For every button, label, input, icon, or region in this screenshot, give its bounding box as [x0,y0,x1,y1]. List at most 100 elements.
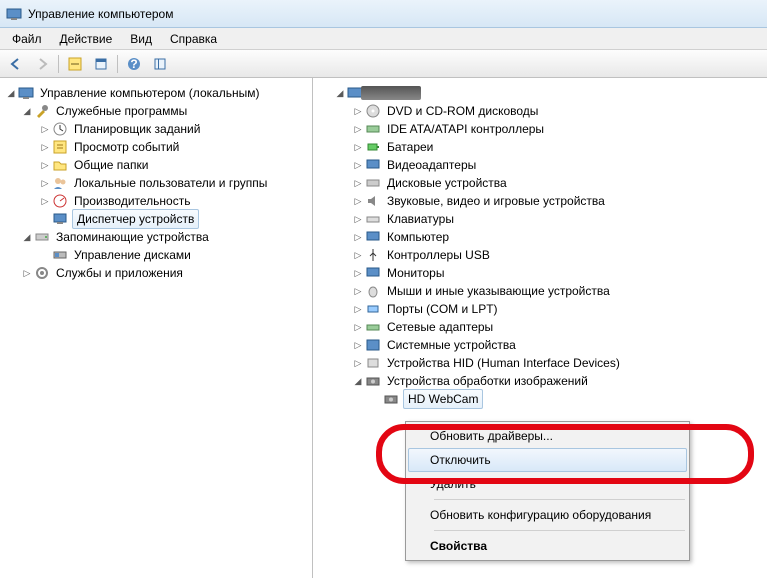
expand-icon[interactable]: ▷ [351,176,365,190]
usb-icon [365,247,381,263]
tree-dvd[interactable]: ▷DVD и CD-ROM дисководы [315,102,765,120]
expand-icon[interactable]: ▷ [351,158,365,172]
ctx-disable[interactable]: Отключить [408,448,687,472]
tree-label: Порты (COM и LPT) [385,300,500,318]
port-icon [365,301,381,317]
expand-icon[interactable]: ▷ [351,122,365,136]
tree-monitor[interactable]: ▷Мониторы [315,264,765,282]
tree-mouse[interactable]: ▷ Мыши и иные указывающие устройства [315,282,765,300]
back-button[interactable] [4,53,28,75]
expand-icon[interactable]: ▷ [38,158,52,172]
tree-label: Общие папки [72,156,150,174]
ctx-separator [434,499,685,500]
app-icon [6,6,22,22]
menu-help[interactable]: Справка [162,30,225,48]
tree-usb[interactable]: ▷Контроллеры USB [315,246,765,264]
expand-icon[interactable]: ▷ [351,212,365,226]
collapse-icon[interactable]: ◢ [4,86,18,100]
ctx-update-drivers[interactable]: Обновить драйверы... [408,424,687,448]
collapse-icon[interactable]: ◢ [20,230,34,244]
disk-mgmt-icon [52,247,68,263]
tree-task-scheduler[interactable]: ▷ Планировщик заданий [2,120,310,138]
tree-disk-mgmt[interactable]: ▷ Управление дисками [2,246,310,264]
ctx-label: Свойства [430,539,487,553]
tree-video[interactable]: ▷Видеоадаптеры [315,156,765,174]
tree-system[interactable]: ▷Системные устройства [315,336,765,354]
menu-file[interactable]: Файл [4,30,50,48]
tree-local-users[interactable]: ▷ Локальные пользователи и группы [2,174,310,192]
expand-icon[interactable]: ▷ [351,338,365,352]
device-manager-icon [52,211,68,227]
expand-icon[interactable]: ▷ [351,266,365,280]
hid-icon [365,355,381,371]
collapse-icon[interactable]: ◢ [20,104,34,118]
menu-view[interactable]: Вид [122,30,160,48]
expand-icon[interactable]: ▷ [20,266,34,280]
expand-icon[interactable]: ▷ [38,176,52,190]
expand-icon[interactable]: ▷ [351,104,365,118]
ctx-properties[interactable]: Свойства [408,534,687,558]
tree-label: Мыши и иные указывающие устройства [385,282,612,300]
disk-icon [365,175,381,191]
tree-imaging[interactable]: ◢Устройства обработки изображений [315,372,765,390]
tree-net[interactable]: ▷Сетевые адаптеры [315,318,765,336]
tree-system-tools[interactable]: ◢ Служебные программы [2,102,310,120]
tree-audio[interactable]: ▷Звуковые, видео и игровые устройства [315,192,765,210]
ctx-update-hw[interactable]: Обновить конфигурацию оборудования [408,503,687,527]
expand-icon[interactable]: ▷ [351,356,365,370]
tree-pc-root[interactable]: ◢ [315,84,765,102]
collapse-icon[interactable]: ◢ [351,374,365,388]
tree-root[interactable]: ◢ Управление компьютером (локальным) [2,84,310,102]
tree-storage[interactable]: ◢ Запоминающие устройства [2,228,310,246]
tree-event-viewer[interactable]: ▷ Просмотр событий [2,138,310,156]
tree-shared-folders[interactable]: ▷ Общие папки [2,156,310,174]
titlebar[interactable]: Управление компьютером [0,0,767,28]
services-icon [34,265,50,281]
refresh-button[interactable] [148,53,172,75]
expand-icon[interactable]: ▷ [351,194,365,208]
expand-icon[interactable]: ▷ [351,248,365,262]
tree-ide[interactable]: ▷ IDE ATA/ATAPI контроллеры [315,120,765,138]
ctx-remove[interactable]: Удалить [408,472,687,496]
forward-button[interactable] [30,53,54,75]
tree-services[interactable]: ▷ Службы и приложения [2,264,310,282]
expand-icon[interactable]: ▷ [351,302,365,316]
help-button[interactable]: ? [122,53,146,75]
expand-icon[interactable]: ▷ [351,230,365,244]
tree-label: Просмотр событий [72,138,181,156]
tree-label: Служебные программы [54,102,189,120]
tree-disk[interactable]: ▷Дисковые устройства [315,174,765,192]
menu-action[interactable]: Действие [52,30,121,48]
expand-icon[interactable]: ▷ [351,320,365,334]
svg-text:?: ? [130,57,137,71]
clock-icon [52,121,68,137]
tree-label: IDE ATA/ATAPI контроллеры [385,120,546,138]
expand-icon[interactable]: ▷ [38,140,52,154]
expand-icon[interactable]: ▷ [38,122,52,136]
show-hide-button[interactable] [63,53,87,75]
tree-label: Запоминающие устройства [54,228,211,246]
network-icon [365,319,381,335]
users-icon [52,175,68,191]
tree-ports[interactable]: ▷ Порты (COM и LPT) [315,300,765,318]
tree-webcam[interactable]: ▷HD WebCam [315,390,765,408]
tree-computer[interactable]: ▷ Компьютер [315,228,765,246]
mouse-icon [365,283,381,299]
expand-icon[interactable]: ▷ [351,284,365,298]
ctx-label: Удалить [430,477,476,491]
properties-button[interactable] [89,53,113,75]
tree-keyboard[interactable]: ▷Клавиатуры [315,210,765,228]
tree-device-manager[interactable]: ▷ Диспетчер устройств [2,210,310,228]
toolbar: ? [0,50,767,78]
tree-hid[interactable]: ▷Устройства HID (Human Interface Devices… [315,354,765,372]
tree-label: Компьютер [385,228,451,246]
tree-label: Производительность [72,192,192,210]
tree-label: Локальные пользователи и группы [72,174,269,192]
tree-battery[interactable]: ▷Батареи [315,138,765,156]
left-tree[interactable]: ◢ Управление компьютером (локальным) ◢ С… [0,78,313,578]
expand-icon[interactable]: ▷ [38,194,52,208]
tree-performance[interactable]: ▷ Производительность [2,192,310,210]
collapse-icon[interactable]: ◢ [333,86,347,100]
expand-icon[interactable]: ▷ [351,140,365,154]
battery-icon [365,139,381,155]
